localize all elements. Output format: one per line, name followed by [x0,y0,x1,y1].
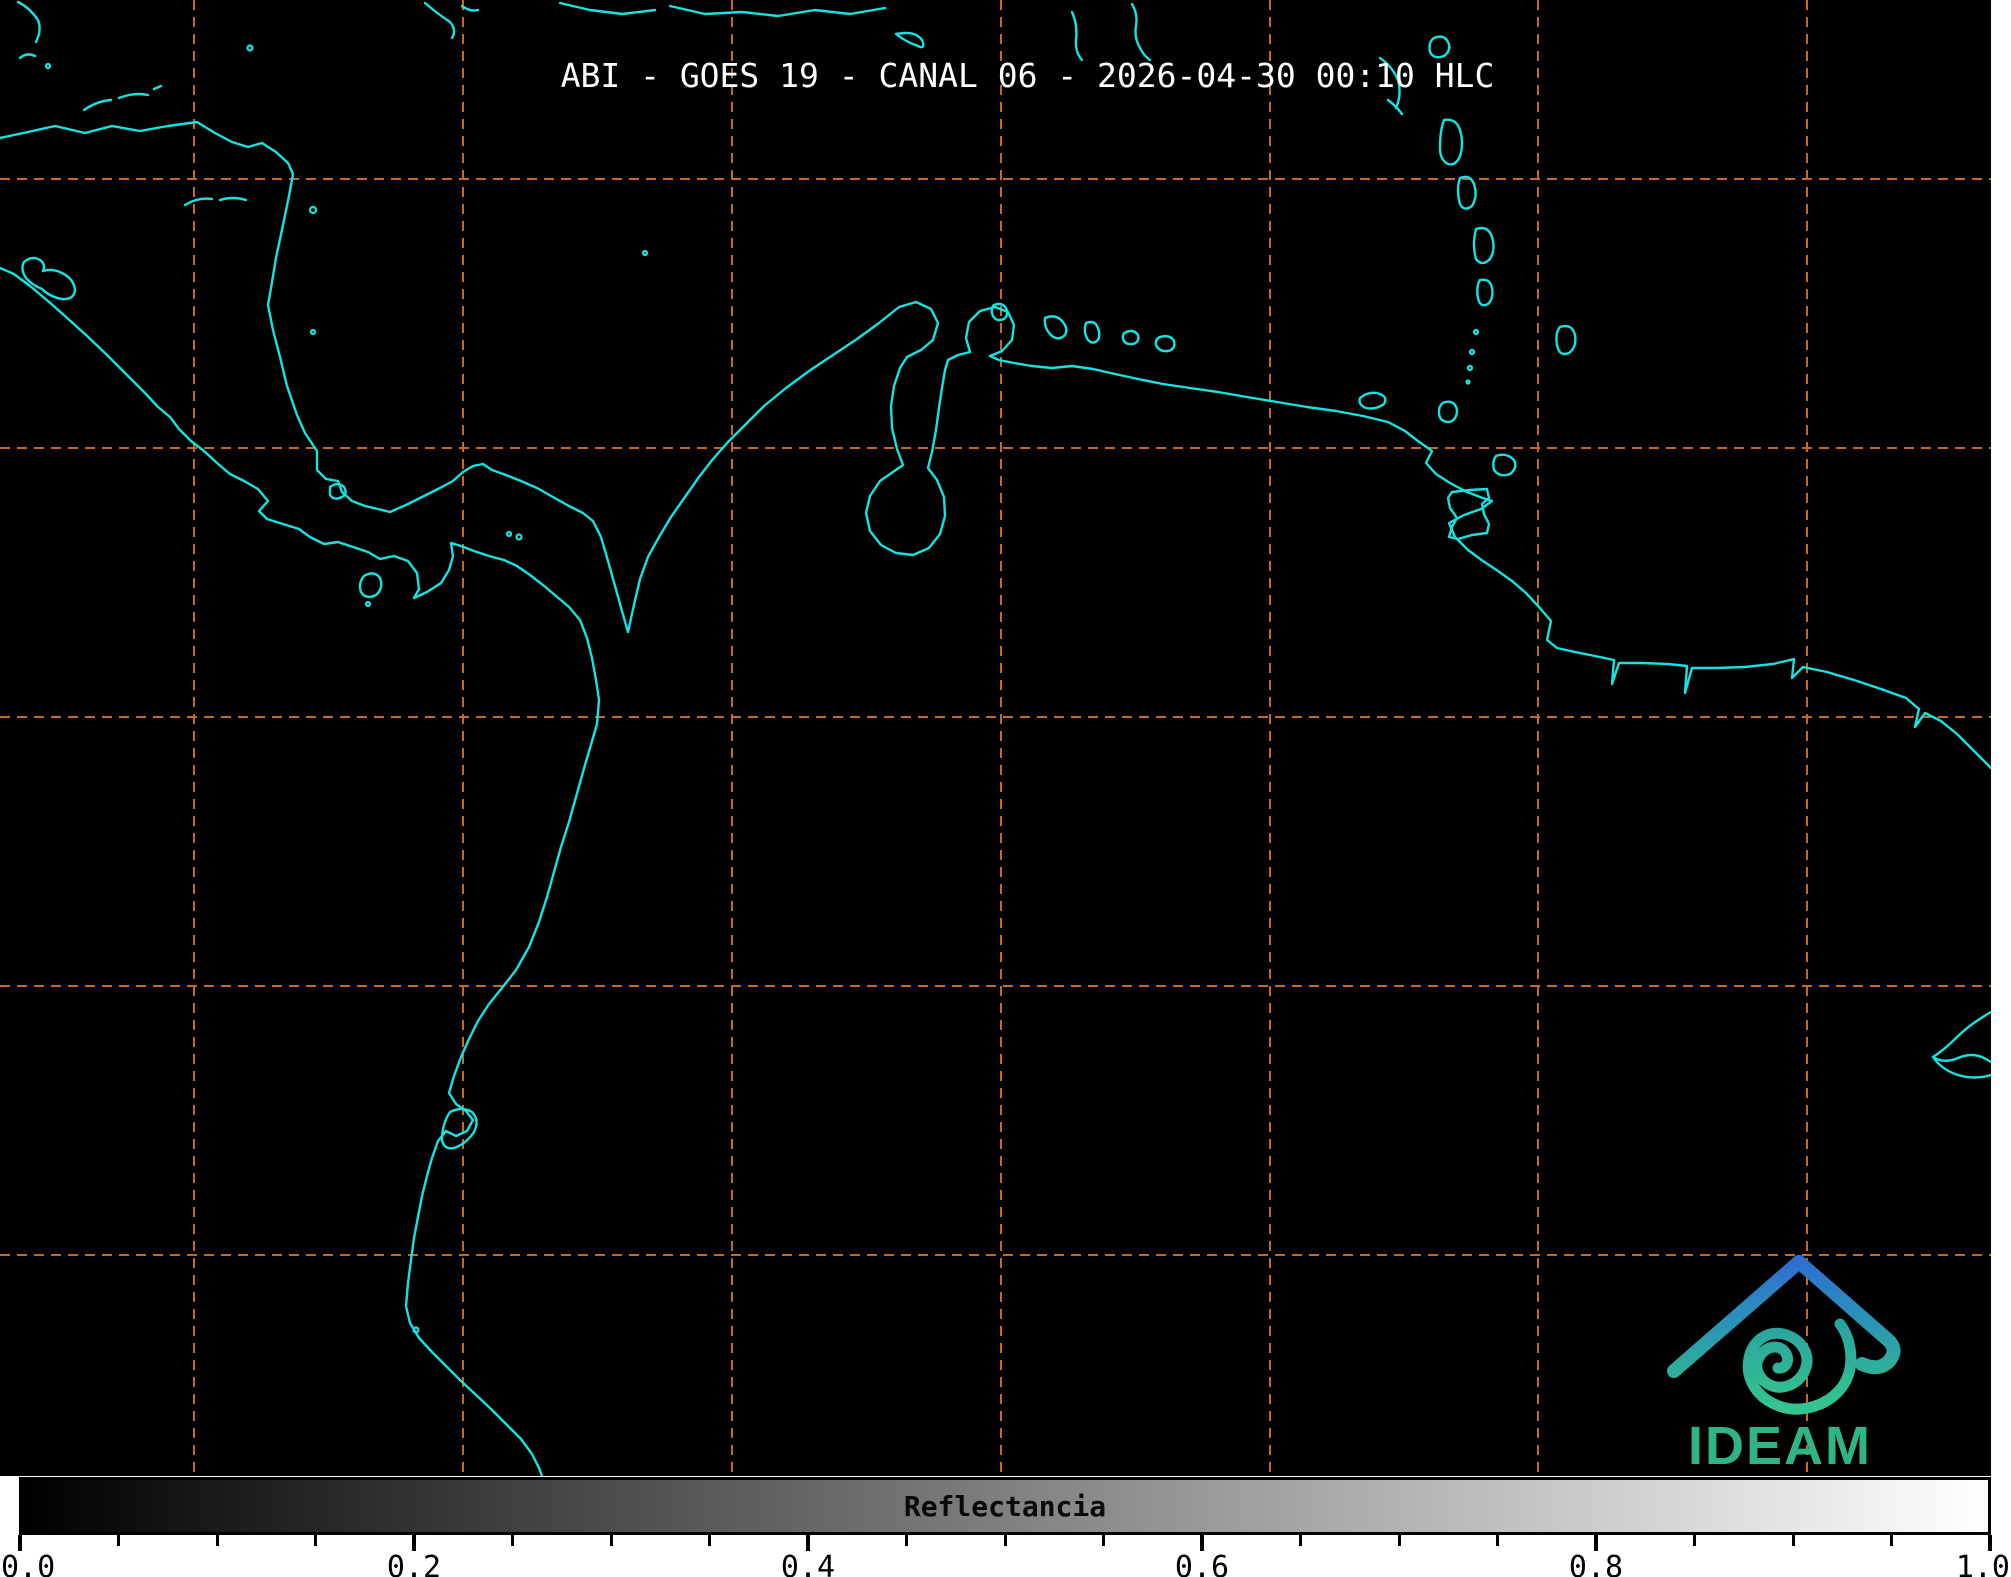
colorbar: Reflectancia [19,1477,1991,1535]
colorbar-minor-tick [1102,1535,1105,1546]
ideam-logo-icon: IDEAM [1667,1255,1901,1476]
colorbar-tick-label: 0.6 [1174,1550,1230,1577]
colorbar-tick-label: 1.0 [1955,1550,2010,1577]
colorbar-tick-label: 0.2 [386,1550,442,1577]
colorbar-minor-tick [1299,1535,1302,1546]
ideam-logo: IDEAM [1652,1246,1902,1476]
colorbar-minor-tick [1003,1535,1007,1546]
page-title: ABI - GOES 19 - CANAL 06 - 2026-04-30 00… [560,56,1495,95]
colorbar-minor-tick [609,1535,613,1546]
ideam-logo-text: IDEAM [1688,1416,1872,1476]
colorbar-minor-tick [117,1535,120,1546]
colorbar-minor-tick [1791,1535,1795,1546]
colorbar-major-tick [1200,1535,1204,1551]
colorbar-major-tick [806,1535,810,1551]
colorbar-tick-label: 0.8 [1568,1550,1624,1577]
colorbar-major-tick [1988,1535,1992,1551]
colorbar-major-tick [18,1535,22,1551]
colorbar-minor-tick [314,1535,317,1546]
satellite-product-figure: ABI - GOES 19 - CANAL 06 - 2026-04-30 00… [0,0,2011,1577]
colorbar-label: Reflectancia [903,1490,1107,1523]
colorbar-major-tick [412,1535,416,1551]
colorbar-minor-tick [215,1535,219,1546]
colorbar-minor-tick [511,1535,514,1546]
colorbar-minor-tick [1397,1535,1401,1546]
colorbar-minor-tick [1890,1535,1893,1546]
colorbar-minor-tick [905,1535,908,1546]
colorbar-major-tick [1594,1535,1598,1551]
colorbar-tick-label: 0.0 [1,1550,56,1577]
colorbar-tick-label: 0.4 [780,1550,836,1577]
colorbar-minor-tick [1693,1535,1696,1546]
spiral-icon [1742,1318,1857,1415]
colorbar-minor-tick [708,1535,711,1546]
colorbar-minor-tick [1496,1535,1499,1546]
